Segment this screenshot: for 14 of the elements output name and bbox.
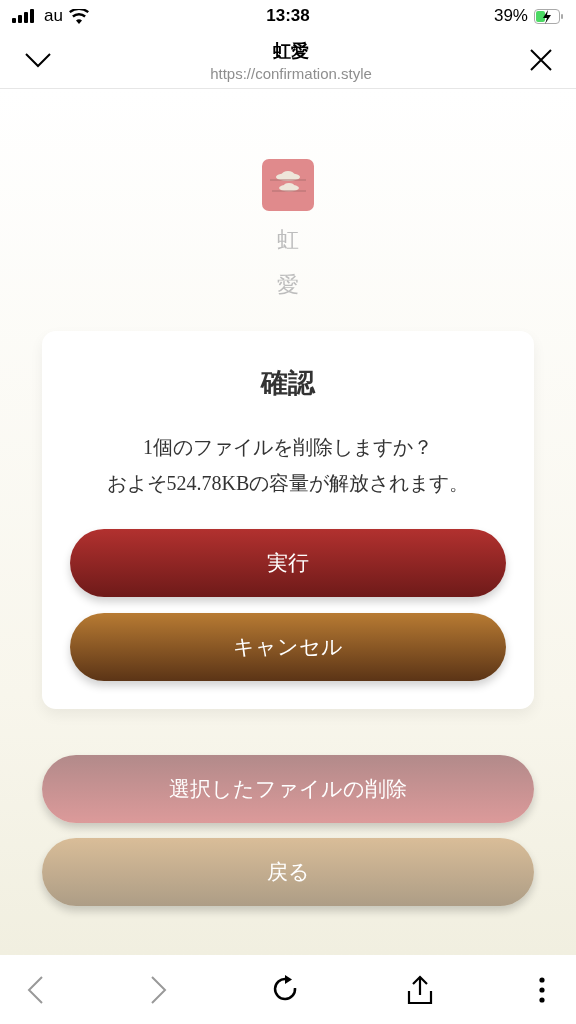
brand-character: 愛 [277,270,299,299]
page-title: 虹愛 [273,39,309,63]
dialog-title: 確認 [261,366,315,400]
execute-button[interactable]: 実行 [70,528,506,597]
page-url: https://confirmation.style [210,64,372,82]
cancel-button[interactable]: キャンセル [70,612,506,681]
battery-percent: 39% [493,6,528,26]
dialog-message: 1個のファイルを削除しますか？ およそ524.78KBの容量が解放されます。 [106,434,470,496]
clock-time: 13:38 [266,6,310,26]
wifi-icon [68,8,89,24]
carrier-name: au [44,6,63,26]
cloud-tile-icon [262,159,314,211]
battery-charging-icon [534,8,564,24]
brand-character: 虹 [277,226,299,254]
